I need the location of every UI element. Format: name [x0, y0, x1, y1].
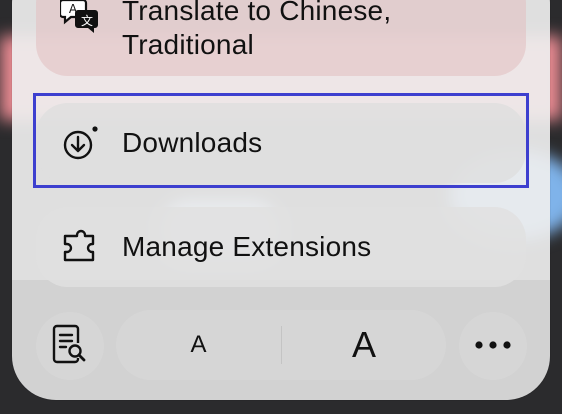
- decrease-font-button[interactable]: A: [116, 310, 281, 380]
- translate-icon: A 文: [58, 0, 100, 36]
- translate-menu-item[interactable]: A 文 Translate to Chinese, Traditional: [36, 0, 526, 76]
- ellipsis-icon: [473, 337, 513, 355]
- font-larger-label: A: [351, 324, 376, 365]
- reader-search-icon: [50, 322, 90, 371]
- more-button[interactable]: [459, 312, 527, 380]
- font-smaller-label: A: [190, 331, 207, 358]
- reader-button[interactable]: [36, 312, 104, 380]
- manage-extensions-label: Manage Extensions: [122, 231, 372, 262]
- selection-highlight: [33, 93, 529, 188]
- puzzle-icon: [60, 227, 100, 267]
- font-size-control: A A: [116, 310, 446, 380]
- manage-extensions-menu-item[interactable]: Manage Extensions: [36, 207, 526, 287]
- translate-label: Translate to Chinese, Traditional: [122, 0, 392, 60]
- increase-font-button[interactable]: A: [282, 310, 446, 380]
- svg-text:文: 文: [81, 13, 93, 28]
